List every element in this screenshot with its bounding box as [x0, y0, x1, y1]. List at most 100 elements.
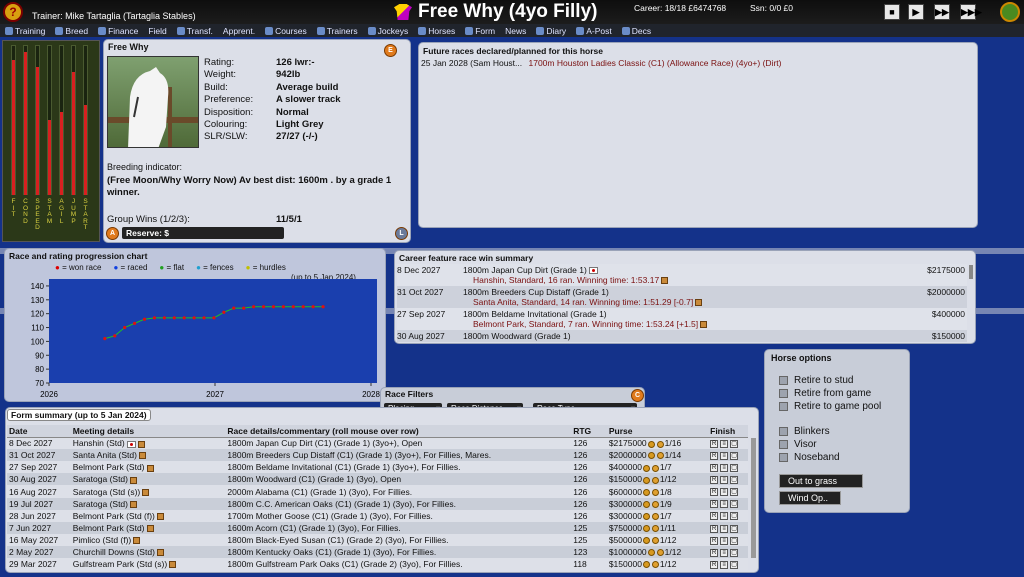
form-col-header[interactable]: Meeting details — [70, 425, 226, 438]
nav-finance[interactable]: Finance — [93, 24, 143, 37]
option-checkbox[interactable] — [779, 375, 788, 385]
future-race-row[interactable]: 25 Jan 2028 (Sam Houst... 1700m Houston … — [419, 58, 977, 68]
nav-trainers[interactable]: Trainers — [312, 24, 363, 37]
filter-clear-icon[interactable]: C — [631, 389, 644, 402]
replay-icon[interactable]: R — [710, 536, 719, 545]
form-row[interactable]: 16 Aug 2027 Saratoga (Std (s)) 2000m Alaba… — [7, 485, 748, 498]
result-list-icon[interactable]: ≡ — [720, 512, 729, 521]
form-col-header[interactable]: RTG — [571, 425, 607, 438]
nav-news[interactable]: News — [500, 24, 531, 37]
race-point[interactable] — [271, 305, 276, 309]
out-to-grass-button[interactable]: Out to grass — [779, 474, 863, 488]
wind-op-button[interactable]: Wind Op.. — [779, 491, 841, 505]
race-point[interactable] — [162, 316, 166, 320]
info-icon[interactable] — [651, 512, 659, 520]
info-icon[interactable] — [651, 464, 659, 472]
race-point[interactable] — [123, 325, 127, 330]
race-point[interactable] — [281, 305, 285, 309]
feature-win-row[interactable]: 8 Dec 2027 1800m Japan Cup Dirt (Grade 1)… — [397, 264, 967, 286]
comment-icon[interactable]: ▢ — [730, 536, 739, 545]
nav-jockeys[interactable]: Jockeys — [363, 24, 414, 37]
comment-icon[interactable]: ▢ — [730, 440, 739, 449]
replay-icon[interactable]: R — [710, 464, 719, 473]
edit-icon[interactable]: E — [384, 44, 397, 57]
result-list-icon[interactable]: ≡ — [720, 536, 729, 545]
feature-scrollbar[interactable] — [969, 265, 973, 279]
option-checkbox[interactable] — [779, 452, 788, 462]
option-blinkers[interactable]: Blinkers — [779, 426, 881, 439]
video-icon[interactable] — [146, 464, 154, 472]
comment-icon[interactable]: ▢ — [730, 548, 739, 557]
option-retire-to-game-pool[interactable]: Retire to game pool — [779, 401, 881, 414]
info-icon[interactable] — [651, 525, 659, 533]
video-icon[interactable] — [156, 549, 164, 557]
info-icon[interactable] — [651, 488, 659, 496]
video-icon[interactable] — [137, 440, 145, 448]
option-checkbox[interactable] — [779, 401, 788, 411]
nav-field[interactable]: Field — [143, 24, 171, 37]
play-button[interactable]: ▶ — [908, 4, 924, 20]
form-row[interactable]: 28 Jun 2027 Belmont Park (Std (f)) 1700m M… — [7, 509, 748, 522]
video-icon[interactable] — [133, 537, 141, 545]
info-icon[interactable] — [656, 440, 664, 448]
replay-icon[interactable]: R — [710, 560, 719, 569]
race-point[interactable] — [182, 316, 186, 320]
feature-win-row[interactable]: 31 Oct 2027 1800m Breeders Cup Distaff (G… — [397, 286, 967, 308]
info-icon[interactable] — [651, 476, 659, 484]
form-row[interactable]: 16 May 2027 Pimlico (Std (f)) 1800m Black-… — [7, 533, 748, 546]
stop-button[interactable]: ■ — [884, 4, 900, 20]
result-list-icon[interactable]: ≡ — [720, 548, 729, 557]
replay-icon[interactable]: R — [710, 440, 719, 449]
race-point[interactable] — [242, 306, 246, 310]
nav-breed[interactable]: Breed — [50, 24, 93, 37]
video-icon[interactable] — [661, 277, 669, 285]
more-button[interactable]: ▶▶▶ — [960, 4, 982, 20]
feature-win-row[interactable]: 30 Aug 2027 1800m Woodward (Grade 1) $1500… — [397, 330, 967, 342]
race-point[interactable] — [212, 316, 216, 320]
option-checkbox[interactable] — [779, 388, 788, 398]
form-row[interactable]: 2 May 2027 Churchill Downs (Std) 1800m Ken… — [7, 545, 748, 559]
replay-icon[interactable]: R — [710, 476, 719, 485]
nav-decs[interactable]: Decs — [617, 24, 656, 37]
nav-training[interactable]: Training — [0, 24, 50, 37]
video-icon[interactable] — [695, 299, 703, 307]
form-col-header[interactable]: Date — [7, 425, 71, 438]
result-list-icon[interactable]: ≡ — [720, 476, 729, 485]
race-point[interactable] — [291, 305, 295, 309]
option-checkbox[interactable] — [779, 426, 788, 436]
info-icon[interactable] — [651, 561, 659, 569]
race-point[interactable] — [133, 321, 137, 325]
option-checkbox[interactable] — [779, 439, 788, 449]
form-row[interactable]: 8 Dec 2027 Hanshin (Std) 1800m Japan Cup D… — [7, 437, 748, 450]
nav-horses[interactable]: Horses — [413, 24, 460, 37]
race-point[interactable] — [192, 316, 196, 320]
result-list-icon[interactable]: ≡ — [720, 524, 729, 533]
comment-icon[interactable]: ▢ — [730, 524, 739, 533]
comment-icon[interactable]: ▢ — [730, 464, 739, 473]
form-row[interactable]: 27 Sep 2027 Belmont Park (Std) 1800m Belda… — [7, 461, 748, 474]
video-icon[interactable] — [138, 452, 146, 460]
race-point[interactable] — [152, 316, 157, 320]
form-col-header[interactable]: Finish — [708, 425, 748, 438]
form-row[interactable]: 7 Jun 2027 Belmont Park (Std) 1600m Acorn … — [7, 521, 748, 534]
nav-courses[interactable]: Courses — [260, 24, 312, 37]
option-noseband[interactable]: Noseband — [779, 452, 881, 465]
form-row[interactable]: 19 Jul 2027 Saratoga (Std) 1800m C.C. Amer… — [7, 497, 748, 510]
replay-icon[interactable]: R — [710, 512, 719, 521]
race-point[interactable] — [113, 334, 117, 338]
form-scrollbar[interactable] — [751, 438, 756, 558]
reserve-field[interactable]: Reserve: $ — [122, 227, 284, 239]
form-row[interactable]: 29 Mar 2027 Gulfstream Park (Std (s)) 1800… — [7, 558, 748, 571]
video-icon[interactable] — [146, 525, 154, 533]
help-icon[interactable]: ? — [3, 2, 23, 22]
comment-icon[interactable]: ▢ — [730, 488, 739, 497]
race-point[interactable] — [301, 305, 305, 309]
race-point[interactable] — [142, 317, 147, 321]
race-point[interactable] — [172, 316, 176, 320]
form-row[interactable]: 30 Aug 2027 Saratoga (Std) 1800m Woodward … — [7, 473, 748, 486]
option-retire-to-stud[interactable]: Retire to stud — [779, 375, 881, 388]
video-icon[interactable] — [700, 321, 708, 329]
result-list-icon[interactable]: ≡ — [720, 500, 729, 509]
form-col-header[interactable]: Purse — [606, 425, 709, 438]
option-retire-from-game[interactable]: Retire from game — [779, 388, 881, 401]
